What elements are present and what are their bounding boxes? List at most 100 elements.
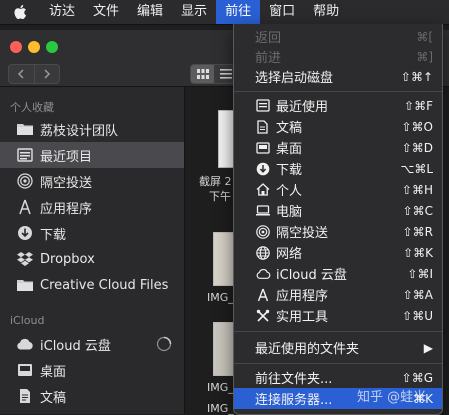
forward-button[interactable] [33, 65, 60, 83]
sidebar-item-icloud-drive[interactable]: iCloud 云盘 [0, 331, 184, 357]
nav-buttons [8, 64, 60, 84]
menu-help[interactable]: 帮助 [304, 0, 348, 24]
menu-item-label: 个人 [276, 184, 303, 199]
menu-separator [234, 363, 442, 364]
menu-bar: 访达 文件 编辑 显示 前往 窗口 帮助 [0, 0, 449, 25]
chevron-right-icon [44, 69, 50, 79]
sidebar-item-label: iCloud 云盘 [40, 338, 111, 354]
menu-item-icloud-drive[interactable]: iCloud 云盘 ⇧⌘I [234, 263, 442, 284]
submenu-arrow-icon: ▶ [423, 340, 433, 355]
menu-item-shortcut: ⇧⌘A [402, 287, 433, 302]
menu-item-label: iCloud 云盘 [276, 268, 347, 283]
menu-item-label: 选择启动磁盘 [255, 71, 334, 86]
icon-view-button[interactable] [191, 65, 214, 83]
menu-item-desktop[interactable]: 桌面 ⇧⌘D [234, 137, 442, 158]
chevron-left-icon [18, 69, 24, 79]
menu-item-shortcut: ⇧⌘O [401, 119, 434, 134]
sidebar-item-label: Dropbox [40, 251, 95, 267]
menu-finder[interactable]: 访达 [40, 0, 84, 24]
menu-window[interactable]: 窗口 [260, 0, 304, 24]
sidebar-item-label: 最近项目 [40, 149, 93, 165]
sidebar-item-downloads[interactable]: 下载 [0, 220, 184, 246]
file-name: 截屏 2 [199, 175, 232, 188]
menu-item-label: 返回 [255, 31, 282, 46]
desktop-folder-icon [15, 363, 35, 377]
menu-item-shortcut: ⇧⌘K [403, 245, 433, 260]
documents-icon [255, 119, 271, 135]
menu-item-shortcut: ⇧⌘F [404, 98, 433, 113]
view-mode-buttons [190, 64, 238, 84]
sidebar-item-airdrop[interactable]: 隔空投送 [0, 168, 184, 194]
menu-item-recents[interactable]: 最近使用 ⇧⌘F [234, 95, 442, 116]
apple-icon[interactable] [0, 0, 40, 24]
menu-item-label: 前进 [255, 51, 282, 66]
sidebar-item-creative-cloud[interactable]: Creative Cloud Files [0, 272, 184, 298]
menu-item-network[interactable]: 网络 ⇧⌘K [234, 242, 442, 263]
watermark: 知乎 @蛙米 [357, 390, 427, 405]
menu-file[interactable]: 文件 [84, 0, 128, 24]
home-icon [255, 182, 271, 198]
sidebar: 个人收藏 荔枝设计团队 最近项目 隔空投送 应用程序 下载 Dropbox Cr… [0, 87, 185, 414]
recents-icon [15, 148, 35, 162]
sidebar-item-documents[interactable]: 文稿 [0, 383, 184, 409]
sidebar-item-applications[interactable]: 应用程序 [0, 194, 184, 220]
documents-icon [15, 388, 35, 404]
close-window-button[interactable] [10, 41, 22, 53]
menu-item-home[interactable]: 个人 ⇧⌘H [234, 179, 442, 200]
menu-item-label: 下载 [276, 163, 303, 178]
menu-item-shortcut: ⌘[ [416, 29, 433, 44]
menu-item-label: 最近使用的文件夹 [255, 342, 360, 357]
menu-item-label: 电脑 [276, 205, 303, 220]
menu-edit[interactable]: 编辑 [128, 0, 172, 24]
menu-go[interactable]: 前往 [216, 0, 261, 24]
menu-item-label: 隔空投送 [276, 226, 329, 241]
favorites-section-title: 个人收藏 [10, 101, 54, 114]
menu-item-forward[interactable]: 前进 ⌘] [234, 46, 442, 67]
menu-item-downloads[interactable]: 下载 ⌥⌘L [234, 158, 442, 179]
grid-icon [196, 69, 209, 79]
menu-item-go-to-folder[interactable]: 前往文件夹... ⇧⌘G [234, 367, 442, 388]
applications-icon [255, 287, 271, 303]
sidebar-item-label: 应用程序 [40, 201, 93, 217]
menu-item-shortcut: ⇧⌘H [401, 182, 433, 197]
applications-icon [15, 199, 35, 215]
sidebar-item-label: 文稿 [40, 390, 67, 406]
airdrop-icon [255, 224, 271, 240]
sidebar-item-desktop[interactable]: 桌面 [0, 357, 184, 383]
menu-view[interactable]: 显示 [172, 0, 216, 24]
sidebar-item-label: 桌面 [40, 364, 67, 380]
menu-item-shortcut: ⇧⌘I [407, 266, 433, 281]
sidebar-item-recents[interactable]: 最近项目 [0, 142, 184, 168]
menu-item-label: 应用程序 [276, 289, 329, 304]
recents-icon [255, 98, 271, 114]
menu-item-applications[interactable]: 应用程序 ⇧⌘A [234, 284, 442, 305]
sidebar-item-litchi-team[interactable]: 荔枝设计团队 [0, 116, 184, 142]
menu-item-computer[interactable]: 电脑 ⇧⌘C [234, 200, 442, 221]
menu-item-documents[interactable]: 文稿 ⇧⌘O [234, 116, 442, 137]
menu-item-shortcut: ⇧⌘R [402, 224, 433, 239]
downloads-icon [255, 161, 271, 177]
menu-item-shortcut: ⇧⌘U [402, 308, 433, 323]
minimize-window-button[interactable] [28, 41, 40, 53]
sidebar-item-label: 隔空投送 [40, 175, 93, 191]
menu-item-airdrop[interactable]: 隔空投送 ⇧⌘R [234, 221, 442, 242]
zoom-window-button[interactable] [46, 41, 58, 53]
menu-item-startup-disk[interactable]: 选择启动磁盘 ⇧⌘↑ [234, 66, 442, 87]
menu-item-recent-folders[interactable]: 最近使用的文件夹 ▶ [234, 337, 442, 358]
file-name: IMG_ [207, 381, 234, 394]
sidebar-item-label: 荔枝设计团队 [40, 123, 119, 139]
menu-item-shortcut: ⇧⌘G [401, 370, 433, 385]
menu-item-label: 最近使用 [276, 100, 329, 115]
sidebar-item-dropbox[interactable]: Dropbox [0, 246, 184, 272]
dropbox-icon [15, 252, 35, 266]
menu-separator [234, 91, 442, 92]
menu-item-utilities[interactable]: 实用工具 ⇧⌘U [234, 305, 442, 326]
menu-item-back[interactable]: 返回 ⌘[ [234, 26, 442, 47]
sidebar-item-label: Creative Cloud Files [40, 277, 169, 293]
file-date: 下午 [209, 190, 231, 203]
back-button[interactable] [9, 65, 34, 83]
icloud-icon [255, 266, 271, 282]
menu-item-shortcut: ⇧⌘C [402, 203, 433, 218]
menu-item-shortcut: ⇧⌘D [401, 140, 433, 155]
menu-item-label: 实用工具 [276, 310, 329, 325]
